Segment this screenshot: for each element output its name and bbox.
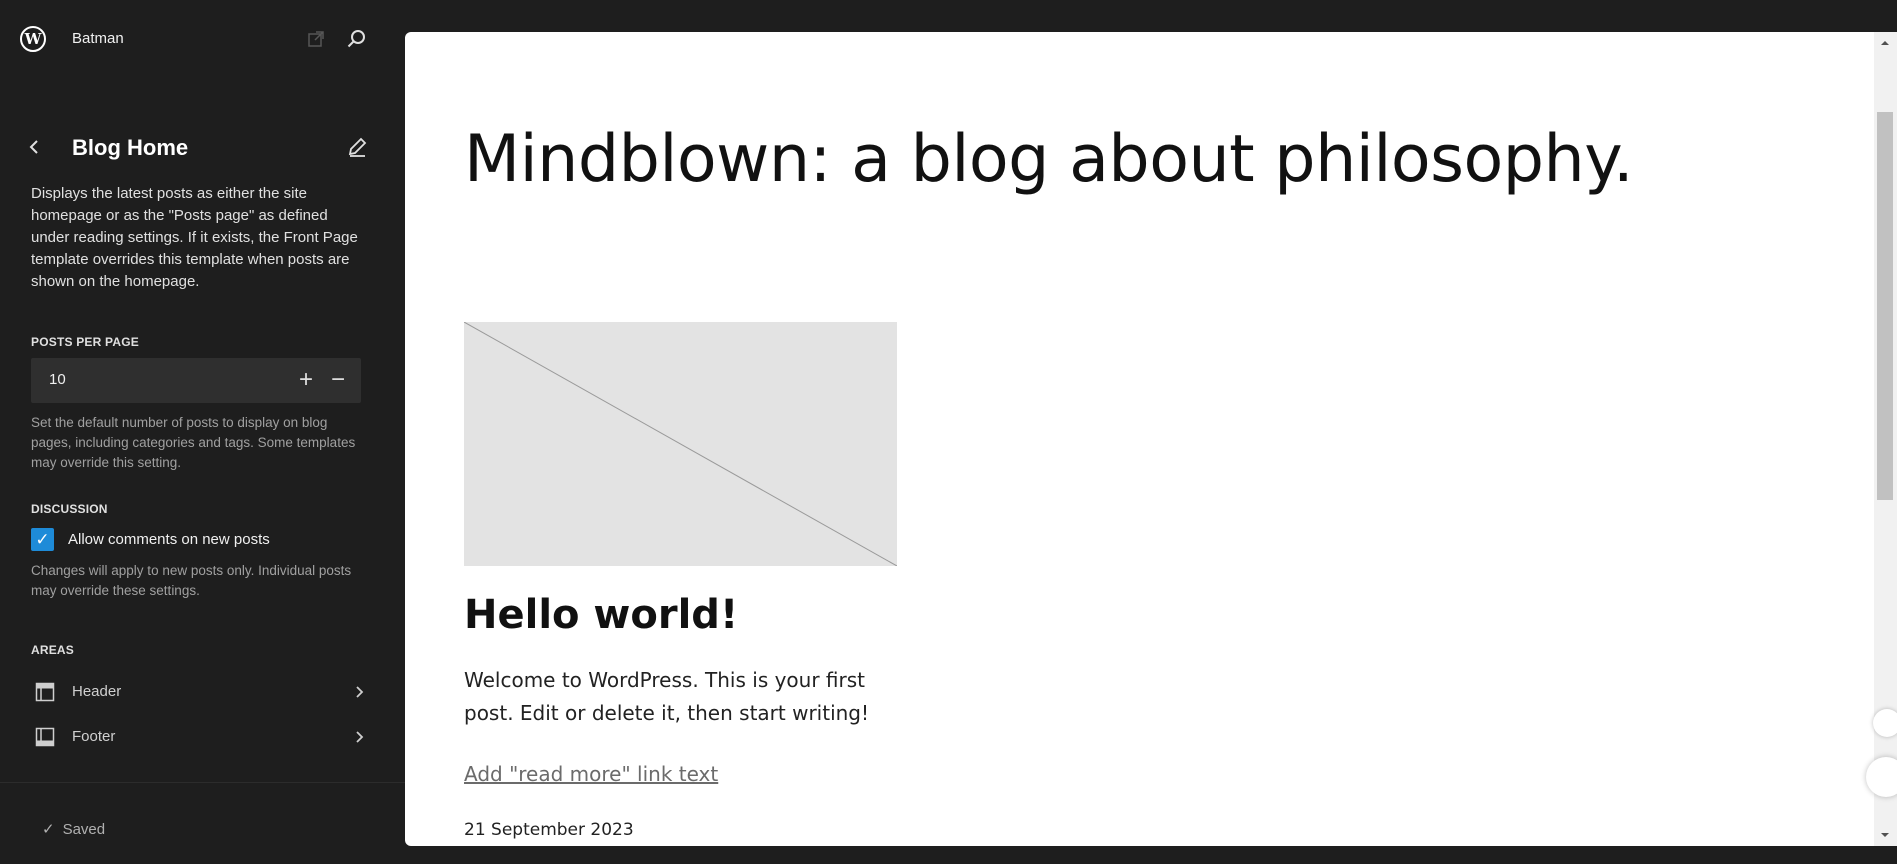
save-status-label: Saved: [62, 821, 106, 838]
area-item-footer[interactable]: Footer: [31, 717, 366, 757]
template-title: Blog Home: [72, 135, 189, 160]
search-icon[interactable]: [346, 28, 368, 50]
editor-canvas[interactable]: Mindblown: a blog about philosophy. Hell…: [405, 32, 1874, 846]
featured-image-placeholder[interactable]: [464, 322, 897, 566]
save-status[interactable]: ✓ Saved: [42, 820, 105, 838]
posts-per-page-label: POSTS PER PAGE: [31, 335, 139, 349]
scroll-up-icon[interactable]: [1878, 36, 1892, 50]
allow-comments-row[interactable]: ✓ Allow comments on new posts: [31, 528, 361, 552]
navigation-header: Blog Home: [24, 134, 370, 162]
sidebar-footer-divider: [0, 782, 405, 783]
floating-widget-icon[interactable]: [1873, 709, 1897, 737]
check-icon: ✓: [42, 821, 55, 838]
area-item-header[interactable]: Header: [31, 672, 366, 712]
site-title[interactable]: Batman: [72, 30, 124, 47]
scroll-thumb[interactable]: [1877, 112, 1893, 500]
discussion-help: Changes will apply to new posts only. In…: [31, 563, 352, 598]
chevron-right-icon: [356, 686, 364, 698]
posts-per-page-help: Set the default number of posts to displ…: [31, 415, 356, 470]
post-date: 21 September 2023: [464, 820, 634, 840]
pencil-icon[interactable]: [346, 136, 368, 158]
site-editor-sidebar: W Batman Blog Home Displays the latest p…: [0, 0, 405, 864]
posts-per-page-stepper[interactable]: 10 + −: [31, 358, 361, 403]
discussion-label: DISCUSSION: [31, 502, 108, 516]
template-description: Displays the latest posts as either the …: [31, 185, 358, 290]
site-hub: W Batman: [20, 26, 390, 54]
external-link-icon[interactable]: [307, 30, 325, 48]
areas-label: AREAS: [31, 643, 75, 657]
chevron-left-icon[interactable]: [24, 136, 46, 158]
footer-layout-icon: [35, 727, 55, 747]
post-title[interactable]: Hello world!: [464, 592, 738, 638]
area-label: Footer: [72, 728, 116, 745]
site-heading[interactable]: Mindblown: a blog about philosophy.: [464, 122, 1634, 197]
allow-comments-checkbox[interactable]: ✓: [31, 528, 54, 551]
increment-button[interactable]: +: [293, 367, 319, 393]
read-more-link[interactable]: Add "read more" link text: [464, 762, 718, 786]
posts-per-page-value[interactable]: 10: [49, 371, 66, 388]
chevron-right-icon: [356, 731, 364, 743]
scroll-down-icon[interactable]: [1878, 828, 1892, 842]
wordpress-logo-icon[interactable]: W: [20, 26, 46, 52]
decrement-button[interactable]: −: [325, 367, 351, 393]
allow-comments-label[interactable]: Allow comments on new posts: [68, 531, 270, 548]
header-layout-icon: [35, 682, 55, 702]
area-label: Header: [72, 683, 122, 700]
post-excerpt[interactable]: Welcome to WordPress. This is your first…: [464, 664, 904, 730]
